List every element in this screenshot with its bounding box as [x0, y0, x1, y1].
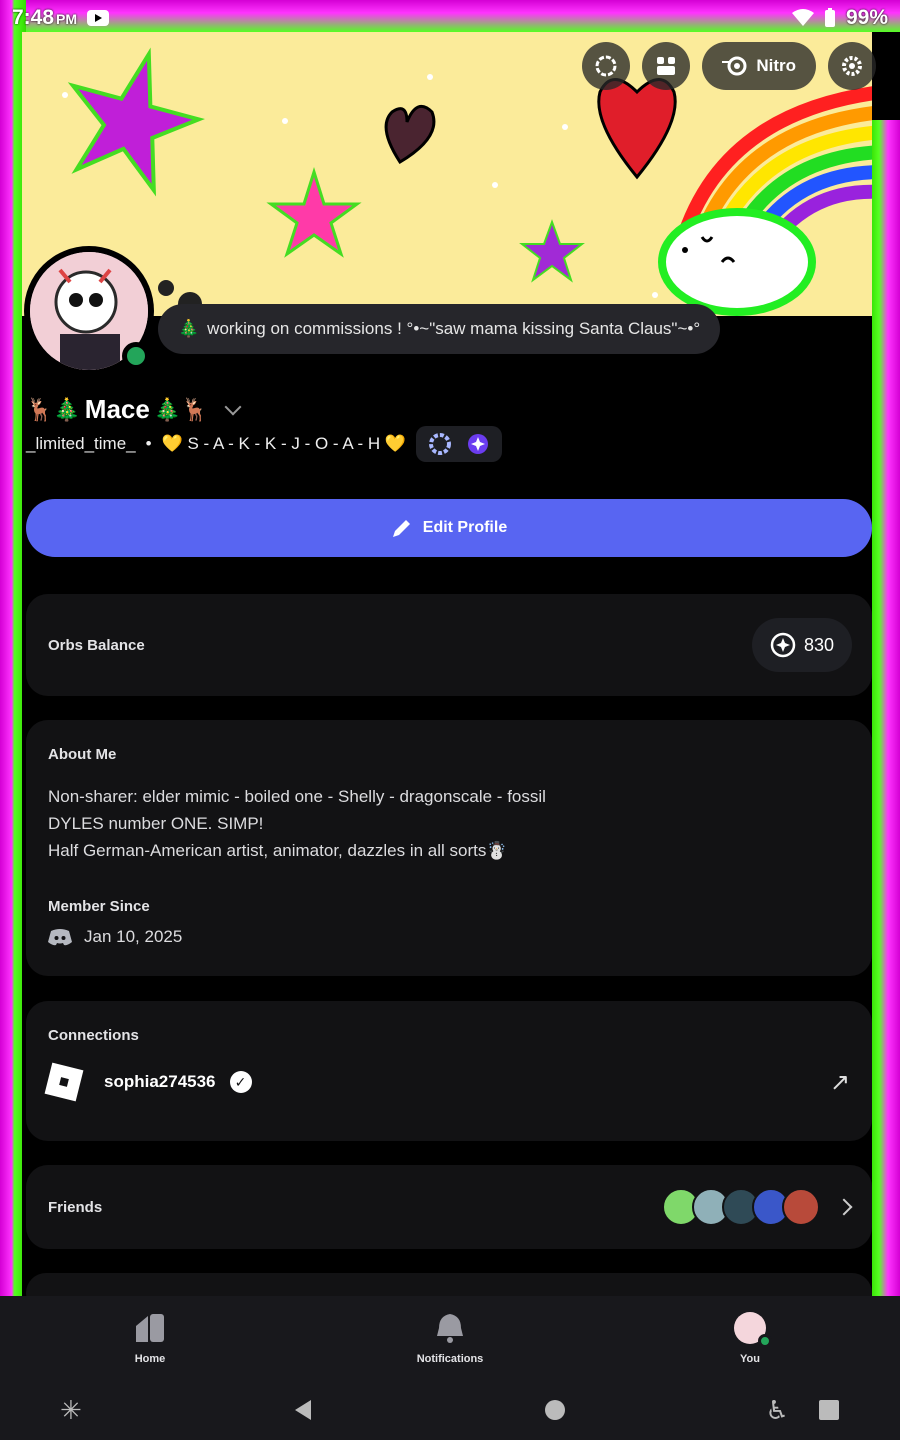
status-bar: 7:48 PM 99% — [0, 0, 900, 36]
online-status-indicator — [758, 1334, 772, 1348]
name-suffix-emoji: 🎄🦌 — [153, 396, 209, 422]
name-prefix-emoji: 🦌🎄 — [26, 396, 81, 422]
username: _limited_time_ — [26, 434, 136, 453]
orbs-balance-card[interactable]: Orbs Balance 830 — [26, 594, 872, 696]
nitro-badge-icon — [429, 433, 452, 455]
nav-home-label: Home — [134, 1353, 166, 1365]
home-icon — [133, 1311, 167, 1345]
about-line: Non-sharer: elder mimic - boiled one - S… — [48, 787, 546, 806]
username-row: _limited_time_ • 💛 S - A - K - K - J - O… — [26, 426, 503, 462]
nitro-button[interactable]: Nitro — [702, 42, 816, 90]
badge-icon — [595, 55, 617, 77]
avatar — [734, 1312, 772, 1348]
shop-button[interactable] — [642, 42, 691, 90]
status-time: 7:48 PM — [12, 6, 78, 29]
friends-card[interactable]: Friends — [26, 1165, 872, 1249]
online-status-indicator — [122, 342, 150, 370]
connection-account-name: sophia274536 — [104, 1072, 216, 1091]
nav-notifications[interactable]: Notifications — [380, 1311, 520, 1365]
member-since-date: Jan 10, 2025 — [84, 927, 183, 946]
chevron-right-icon — [835, 1198, 853, 1216]
bottom-navigation: Home Notifications You — [0, 1296, 900, 1380]
system-navigation-bar: ✳ ♿ — [0, 1380, 900, 1440]
nav-you[interactable]: You — [680, 1311, 820, 1365]
orbs-balance-pill[interactable]: 830 — [751, 618, 852, 672]
friend-avatar — [782, 1188, 820, 1226]
profile-badges[interactable] — [416, 426, 503, 462]
display-name-row[interactable]: 🦌🎄 Mace 🎄🦌 — [26, 394, 242, 425]
frame-decoration-right — [870, 120, 900, 1296]
friend-avatars — [662, 1188, 820, 1226]
assistant-icon[interactable]: ✳ — [60, 1395, 82, 1426]
battery-percent: 99% — [845, 6, 888, 29]
shop-icon — [657, 57, 676, 75]
pronouns: 💛 S - A - K - K - J - O - A - H 💛 — [161, 434, 407, 453]
gear-icon — [842, 56, 862, 76]
accessibility-icon[interactable]: ♿ — [765, 1395, 788, 1426]
badge-shop-button[interactable] — [582, 42, 631, 90]
edit-profile-button[interactable]: Edit Profile — [26, 499, 872, 557]
back-icon[interactable] — [291, 1398, 315, 1422]
settings-button[interactable] — [828, 42, 876, 90]
orbs-balance-value: 830 — [803, 634, 834, 655]
about-me-card: About Me Non-sharer: elder mimic - boile… — [26, 720, 872, 976]
home-button-icon[interactable] — [544, 1399, 566, 1421]
connections-card: Connections sophia274536 ✓ ↗ — [26, 1001, 872, 1141]
member-since-row: Jan 10, 2025 — [48, 927, 850, 947]
recents-icon[interactable] — [818, 1399, 840, 1421]
youtube-icon — [87, 10, 110, 26]
external-link-icon[interactable]: ↗ — [830, 1068, 850, 1097]
wifi-icon — [791, 9, 814, 26]
pencil-icon — [392, 520, 410, 537]
you-avatar — [733, 1311, 772, 1348]
bell-icon — [433, 1311, 467, 1345]
status-bubble-tail — [158, 280, 174, 296]
member-since-title: Member Since — [48, 898, 150, 915]
about-me-text: Non-sharer: elder mimic - boiled one - S… — [48, 783, 850, 864]
nav-you-label: You — [740, 1353, 760, 1365]
about-line: Half German-American artist, animator, d… — [48, 841, 508, 860]
custom-status[interactable]: 🎄 working on commissions ! °•~"saw mama … — [158, 304, 721, 354]
verified-check-icon: ✓ — [229, 1071, 252, 1093]
discord-icon — [48, 929, 72, 946]
about-me-title: About Me — [48, 746, 117, 763]
nitro-label: Nitro — [756, 56, 796, 75]
about-line: DYLES number ONE. SIMP! — [48, 814, 264, 833]
chevron-down-icon[interactable] — [224, 398, 242, 415]
nav-notifications-label: Notifications — [416, 1353, 484, 1365]
nav-home[interactable]: Home — [80, 1311, 220, 1365]
username-separator: • — [145, 434, 152, 453]
display-name: Mace — [84, 394, 150, 424]
connection-roblox[interactable]: sophia274536 ✓ ↗ — [44, 1062, 850, 1102]
profile-top-actions: Nitro — [582, 42, 876, 90]
edit-profile-label: Edit Profile — [422, 519, 508, 536]
orb-icon — [770, 632, 796, 658]
battery-icon — [824, 8, 835, 27]
status-text: working on commissions ! °•~"saw mama ki… — [207, 319, 701, 338]
roblox-icon — [44, 1062, 84, 1102]
orbs-balance-title: Orbs Balance — [48, 636, 145, 654]
friends-title: Friends — [48, 1198, 103, 1216]
status-emoji: 🎄 — [178, 319, 200, 338]
profile-avatar[interactable] — [24, 246, 154, 376]
connections-title: Connections — [48, 1027, 139, 1044]
nitro-icon — [722, 56, 747, 76]
orb-badge-icon — [468, 434, 489, 454]
